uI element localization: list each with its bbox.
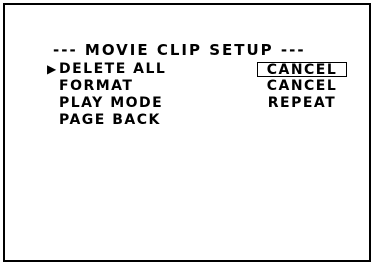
menu-item-label: DELETE ALL — [59, 61, 167, 77]
menu-item-label: PLAY MODE — [59, 95, 164, 111]
menu-item-page-back[interactable]: PAGE BACK — [47, 112, 357, 129]
menu-item-value[interactable]: REPEAT — [257, 95, 347, 112]
menu-item-value-selected[interactable]: CANCEL — [257, 62, 347, 78]
menu-item-format[interactable]: FORMAT CANCEL — [47, 78, 357, 95]
menu-item-label: PAGE BACK — [59, 112, 161, 128]
menu-item-play-mode[interactable]: PLAY MODE REPEAT — [47, 95, 357, 112]
osd-screen: --- MOVIE CLIP SETUP --- ▶ DELETE ALL CA… — [3, 3, 371, 262]
setup-menu: ▶ DELETE ALL CANCEL FORMAT CANCEL PLAY M… — [47, 61, 357, 129]
menu-item-value[interactable]: CANCEL — [257, 78, 347, 95]
cursor-arrow-icon: ▶ — [47, 62, 58, 76]
menu-title: --- MOVIE CLIP SETUP --- — [53, 41, 306, 59]
menu-item-label: FORMAT — [59, 78, 134, 94]
menu-item-delete-all[interactable]: ▶ DELETE ALL CANCEL — [47, 61, 357, 78]
